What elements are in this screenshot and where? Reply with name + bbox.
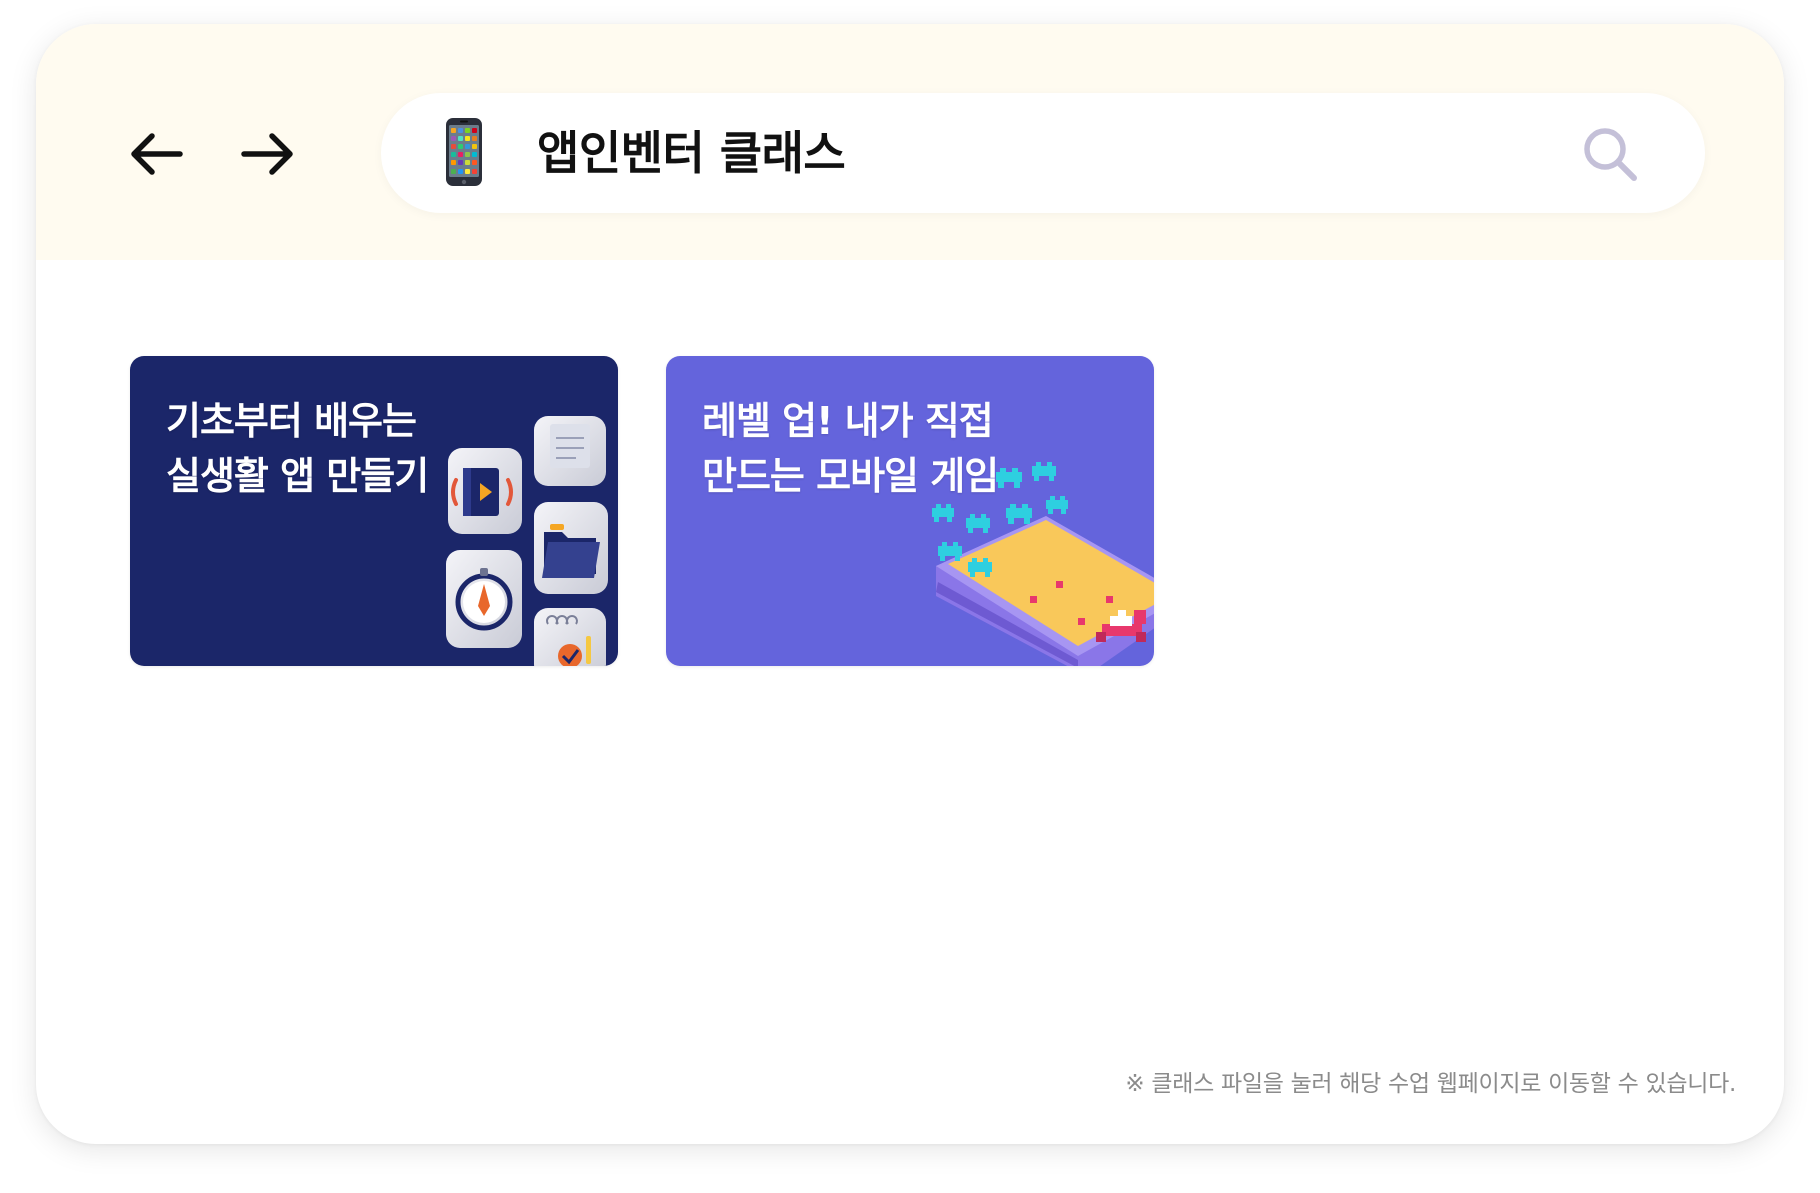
browser-toolbar: 앱인벤터 클래스 <box>36 24 1784 260</box>
address-bar[interactable]: 앱인벤터 클래스 <box>381 93 1705 213</box>
card-title-line-1: 레벨 업! 내가 직접 <box>702 399 994 443</box>
browser-window: 앱인벤터 클래스 기초부터 배우는 실생활 앱 만들기 레벨 업! 내가 직접 … <box>36 24 1784 1144</box>
card-title-line-1: 기초부터 배우는 <box>166 399 417 443</box>
arrow-right-icon <box>241 133 293 175</box>
card-title-line-2: 실생활 앱 만들기 <box>166 454 429 498</box>
search-icon[interactable] <box>1581 125 1639 183</box>
card-title-line-2: 만드는 모바일 게임 <box>702 454 999 498</box>
class-card-app-basics[interactable]: 기초부터 배우는 실생활 앱 만들기 <box>130 356 618 666</box>
arrow-left-icon <box>131 133 183 175</box>
address-title: 앱인벤터 클래스 <box>537 126 846 180</box>
card-title: 레벨 업! 내가 직접 만드는 모바일 게임 <box>702 394 999 504</box>
back-button[interactable] <box>116 114 196 194</box>
footnote: ※ 클래스 파일을 눌러 해당 수업 웹페이지로 이동할 수 있습니다. <box>1125 1071 1736 1097</box>
forward-button[interactable] <box>228 114 308 194</box>
card-title: 기초부터 배우는 실생활 앱 만들기 <box>166 394 429 504</box>
class-card-mobile-game[interactable]: 레벨 업! 내가 직접 만드는 모바일 게임 <box>666 356 1154 666</box>
mobile-phone-icon <box>446 118 482 186</box>
